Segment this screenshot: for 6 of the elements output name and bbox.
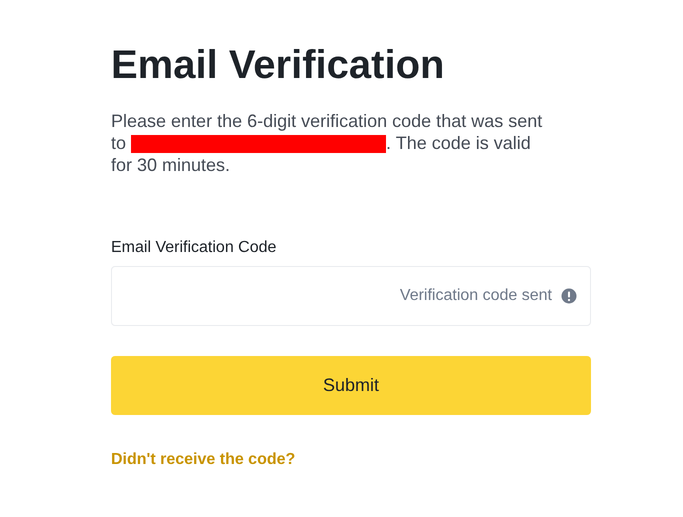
code-input-field[interactable]: Verification code sent (111, 266, 591, 326)
field-label: Email Verification Code (111, 238, 278, 258)
submit-button[interactable]: Submit (111, 356, 591, 415)
info-icon (561, 288, 577, 304)
instruction-text: Please enter the 6-digit verification code that was sent to . The code is valid for 30 minutes. (111, 110, 544, 176)
page-title: Email Verification (111, 42, 446, 89)
